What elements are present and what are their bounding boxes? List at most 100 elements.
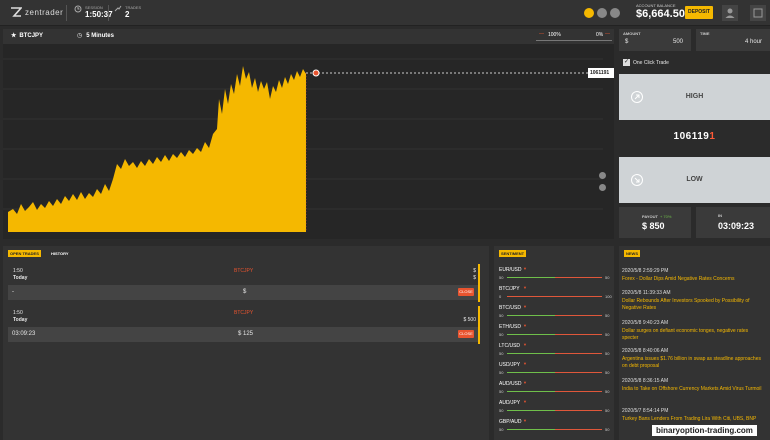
theme-icon[interactable]	[597, 8, 607, 18]
news-item[interactable]: 2020/5/8 2:59:29 PM Forex - Dollar Dips A…	[622, 268, 762, 283]
price-chart[interactable]: 1061191	[3, 44, 614, 239]
logo[interactable]: zentrader	[10, 6, 63, 18]
time-value[interactable]: 4 hour	[745, 39, 762, 45]
sentiment-pair: AUD/USD	[499, 381, 522, 387]
trade-card: 1:50 Today BTCJPY $ 500 03:09:23 $ 125 C…	[8, 306, 480, 344]
sentiment-marker-icon: ▼	[523, 361, 527, 366]
news-timestamp: 2020/5/8 8:40:06 AM	[622, 348, 669, 354]
sentiment-right: 50	[605, 389, 610, 394]
low-button[interactable]: LOW	[619, 157, 770, 203]
sentiment-bar-down	[554, 429, 602, 430]
news-item[interactable]: 2020/5/8 11:39:33 AM Dollar Rebounds Afte…	[622, 290, 762, 312]
top-bar: zentrader SESSION 1:50:37 TRADES 2 ACCOU…	[0, 0, 770, 26]
trade-amount-2: $	[473, 275, 476, 281]
one-click-trade-toggle[interactable]: ✓ One Click Trade	[623, 59, 669, 66]
sentiment-row: USD/JPY ▼ 50 50	[499, 361, 614, 380]
low-label: LOW	[686, 176, 703, 183]
sentiment-bar	[507, 429, 602, 430]
trade-accent-bar	[478, 306, 480, 344]
amount-currency: $	[625, 39, 629, 45]
amount-value[interactable]: 500	[673, 39, 683, 45]
amount-field[interactable]: AMOUNT $ 500	[619, 29, 691, 51]
fullscreen-icon[interactable]	[750, 5, 766, 21]
high-button[interactable]: HIGH	[619, 74, 770, 120]
sentiment-pair: BTC/USD	[499, 305, 521, 311]
zoom-in-icon[interactable]	[599, 172, 606, 179]
news-headline[interactable]: Argentina issues $1.76 billion in swap a…	[622, 356, 762, 370]
clock-icon	[74, 5, 82, 13]
one-click-label: One Click Trade	[633, 59, 669, 66]
zoom-out-icon[interactable]	[599, 184, 606, 191]
sentiment-right: 100	[605, 294, 612, 299]
price-chart-svg	[3, 58, 614, 232]
trade-amount: $	[473, 268, 476, 274]
volume-icon[interactable]	[584, 8, 594, 18]
news-headline[interactable]: Dollar Rebounds After Investors Spooked …	[622, 298, 762, 312]
news-timestamp: 2020/5/8 2:59:29 PM	[622, 268, 669, 274]
tab-history[interactable]: HISTORY	[49, 250, 71, 257]
time-field[interactable]: TIME 4 hour	[696, 29, 770, 51]
trade-day: Today	[13, 317, 28, 323]
current-price-label: 1061191	[590, 70, 610, 76]
session-stat: SESSION 1:50:37	[74, 5, 113, 19]
user-icon[interactable]	[722, 5, 738, 21]
header-divider	[108, 5, 109, 21]
news-item[interactable]: 2020/5/8 8:40:06 AM Argentina issues $1.7…	[622, 348, 762, 370]
sentiment-marker-icon: ▼	[523, 285, 527, 290]
trade-asset: BTCJPY	[234, 310, 254, 316]
sentiment-bar	[507, 353, 602, 354]
payout-value: $ 850	[642, 221, 665, 231]
sentiment-row: AUD/JPY ▼ 50 50	[499, 399, 614, 418]
sentiment-bar-fill	[507, 429, 555, 430]
news-item[interactable]: 2020/5/7 8:54:14 PM Turkey Bans Lenders F…	[622, 408, 762, 423]
sentiment-marker-icon: ▼	[523, 380, 527, 385]
trades-stat: TRADES 2	[114, 5, 141, 19]
news-item[interactable]: 2020/5/8 9:40:23 AM Dollar surges on defi…	[622, 320, 762, 342]
news-headline[interactable]: Forex - Dollar Dips Amid Negative Rates …	[622, 276, 762, 283]
star-icon[interactable]: ★	[11, 32, 16, 39]
sentiment-right: 50	[605, 313, 610, 318]
close-trade-button[interactable]: CLOSE	[458, 330, 474, 338]
pct-right: 0%	[596, 32, 604, 38]
trade-payout: $ 125	[238, 331, 254, 337]
asset-name: BTCJPY	[19, 32, 44, 39]
sentiment-bar	[507, 296, 602, 297]
balance-value: $6,664.50	[636, 8, 685, 20]
logo-text: zentrader	[25, 7, 64, 17]
deposit-button[interactable]: DEPOSIT	[685, 6, 713, 19]
sentiment-left: 0	[499, 294, 502, 299]
sentiment-left: 50	[499, 332, 504, 337]
tab-open-trades[interactable]: OPEN TRADES	[8, 250, 41, 257]
trades-value: 2	[125, 10, 130, 19]
account-balance: ACCOUNT BALANCE $6,664.50	[636, 3, 685, 20]
news-timestamp: 2020/5/8 9:40:23 AM	[622, 320, 669, 326]
news-headline[interactable]: Turkey Bans Lenders From Trading Lira Wi…	[622, 416, 762, 423]
trade-card: 1:50 Today BTCJPY $ $ - $ CLOSE	[8, 264, 480, 302]
news-headline[interactable]: India to Take on Offshore Currency Marke…	[622, 386, 762, 393]
in-value: 03:09:23	[718, 221, 755, 231]
sentiment-bar-down	[554, 391, 602, 392]
sentiment-pair: LTC/USD	[499, 343, 521, 349]
one-click-checkbox[interactable]: ✓	[623, 59, 630, 66]
sentiment-bar-fill	[507, 315, 555, 316]
sentiment-pair: EUR/USD	[499, 267, 522, 273]
news-timestamp: 2020/5/8 8:36:15 AM	[622, 378, 669, 384]
sentiment-title: SENTIMENT	[499, 250, 527, 257]
help-icon[interactable]	[610, 8, 620, 18]
in-label: IN	[718, 213, 722, 218]
chart-toolbar: ★ BTCJPY ◷ 5 Minutes — 100% 0% —	[3, 29, 614, 44]
sentiment-marker-icon: ▼	[523, 266, 527, 271]
sentiment-bar-down	[554, 334, 602, 335]
expiry-box: IN 03:09:23	[696, 207, 770, 238]
sentiment-bar	[507, 391, 602, 392]
news-item[interactable]: 2020/5/8 8:36:15 AM India to Take on Offs…	[622, 378, 762, 393]
asset-selector[interactable]: ★ BTCJPY	[11, 32, 44, 40]
sentiment-right: 50	[605, 370, 610, 375]
sentiment-left: 50	[499, 370, 504, 375]
news-headline[interactable]: Dollar surges on defiant economic tonges…	[622, 328, 762, 342]
timeframe-value: 5 Minutes	[86, 32, 114, 39]
sentiment-bar-fill	[507, 277, 555, 278]
timeframe-selector[interactable]: ◷ 5 Minutes	[77, 32, 114, 40]
close-trade-button[interactable]: CLOSE	[458, 288, 474, 296]
trade-payout: $	[243, 289, 247, 295]
